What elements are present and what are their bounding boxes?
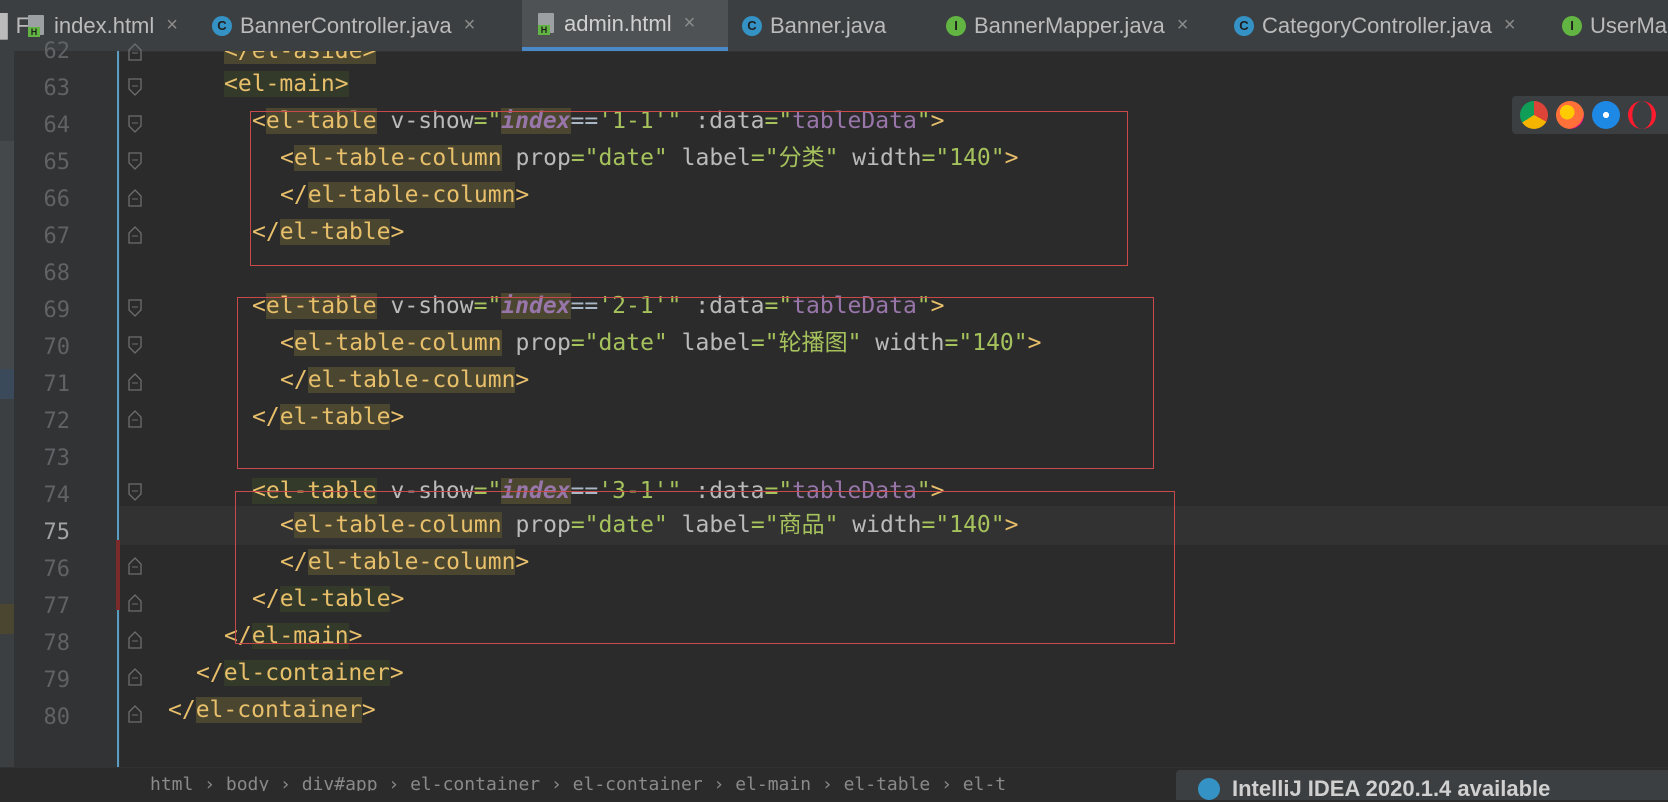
tool-window-strip [0,51,14,790]
open-in-browser-toolbar [1512,96,1668,134]
chrome-icon[interactable] [1520,101,1548,129]
line-number: 73 [43,446,71,471]
tab-admin-html[interactable]: H admin.html × [522,0,728,51]
scroll-marker [0,604,14,634]
breadcrumb[interactable]: html › body › div#app › el-container › e… [150,774,1006,791]
close-icon[interactable]: × [684,12,696,35]
scroll-marker [0,141,14,371]
safari-icon[interactable] [1592,101,1620,129]
line-number: 74 [43,483,71,508]
line-number: 70 [43,335,71,360]
line-number: 76 [43,557,71,582]
code-line: </el-container> [168,697,376,723]
tab-banner-java[interactable]: C Banner.java [742,0,932,51]
close-icon[interactable]: × [464,14,476,37]
java-class-icon: C [1234,15,1254,36]
tab-label: admin.html [564,10,672,36]
current-line-number: 75 [43,520,71,545]
java-interface-icon: I [1562,15,1582,36]
line-number: 67 [43,224,71,249]
code-line: <el-main> [132,65,349,104]
error-stripe [116,540,120,610]
code-line: </el-container> [196,660,404,686]
close-icon[interactable]: × [166,14,178,37]
line-number: 77 [43,594,71,619]
html-file-icon: H [538,12,556,35]
line-number: 62 [43,39,71,64]
tab-label: Banner.java [770,12,887,38]
line-number: 65 [43,150,71,175]
line-number: 78 [43,631,71,656]
close-icon[interactable]: × [1177,14,1189,37]
line-number: 64 [43,113,71,138]
tab-label: CategoryController.java [1262,12,1492,38]
tab-banner-controller[interactable]: C BannerController.java × [212,0,516,51]
tab-user-mapper[interactable]: I UserMa [1562,0,1668,51]
tab-label: BannerController.java [240,12,452,38]
line-number: 71 [43,372,71,397]
highlight-box [235,491,1175,644]
line-number: 79 [43,668,71,693]
line-number: 80 [43,705,71,730]
java-class-icon: C [212,15,232,36]
java-interface-icon: I [946,15,966,36]
tab-label: BannerMapper.java [974,12,1165,38]
highlight-box [250,111,1128,266]
code-editor[interactable]: </el-aside> <el-main> <el-table v-show="… [120,51,1668,767]
opera-icon[interactable] [1628,101,1656,129]
update-notification[interactable]: IntelliJ IDEA 2020.1.4 available [1176,770,1668,801]
close-icon[interactable]: × [1504,14,1516,37]
tab-label: UserMa [1590,12,1668,38]
opening-tag: <el-main> [224,71,349,97]
tab-category-controller[interactable]: C CategoryController.java × [1234,0,1544,51]
editor-tab-bar: ▌F H index.html × C BannerController.jav… [0,0,1668,52]
line-number: 68 [43,261,71,286]
tab-overflow-stub[interactable]: ▌F [0,0,29,51]
line-number: 69 [43,298,71,323]
info-icon [1198,778,1220,800]
firefox-icon[interactable] [1556,101,1584,129]
scroll-marker [0,369,14,399]
line-number: 72 [43,409,71,434]
notification-text: IntelliJ IDEA 2020.1.4 available [1232,776,1551,801]
closing-tag: el-container [195,697,362,723]
java-class-icon: C [742,15,762,36]
closing-tag: el-container [223,660,390,686]
highlight-box [237,297,1154,469]
tab-banner-mapper[interactable]: I BannerMapper.java × [946,0,1208,51]
vcs-change-marker [117,51,119,767]
line-number: 66 [43,187,71,212]
line-number: 63 [43,76,71,101]
closing-tag: </el-aside> [224,51,377,64]
